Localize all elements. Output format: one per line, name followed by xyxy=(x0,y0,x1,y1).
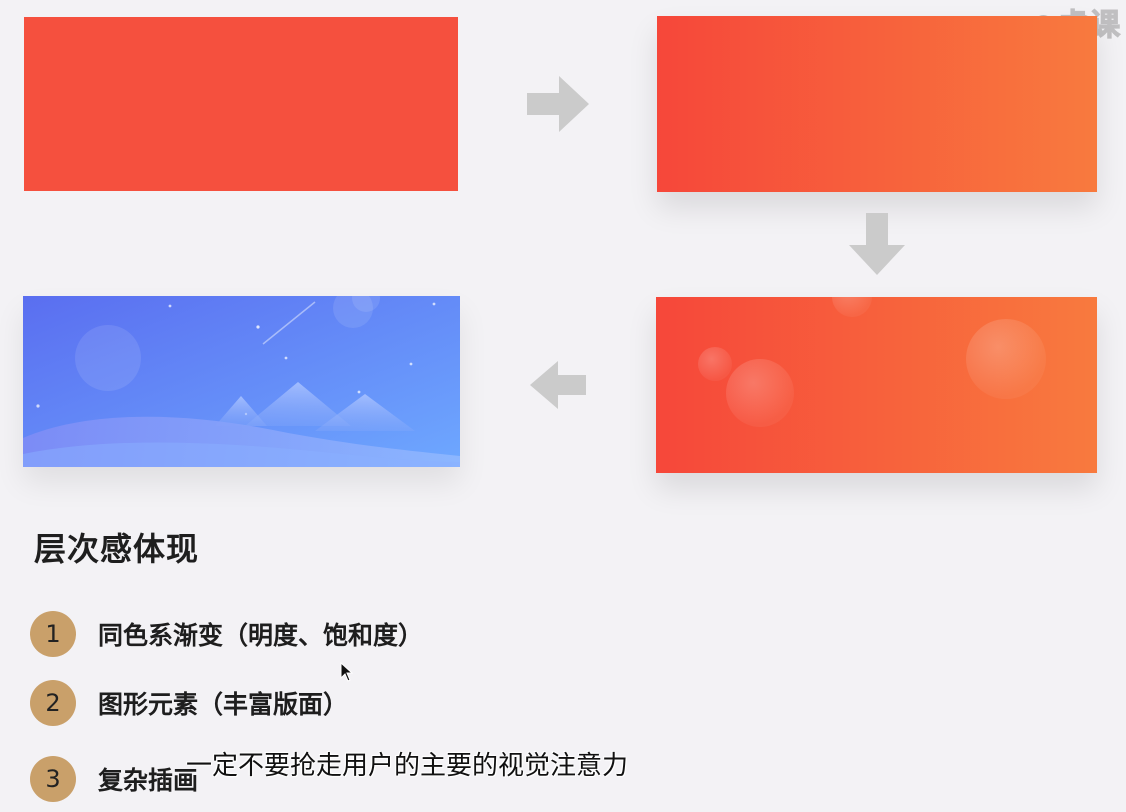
arrow-left-icon xyxy=(530,361,586,409)
video-subtitle: 一定不要抢走用户的主要的视觉注意力 xyxy=(186,751,629,781)
decor-circle xyxy=(698,347,732,381)
mouse-cursor-icon xyxy=(340,662,354,682)
list-item: 2 图形元素（丰富版面） xyxy=(30,680,348,726)
decor-circle xyxy=(832,297,872,317)
list-item-label: 同色系渐变（明度、饱和度） xyxy=(98,621,424,650)
blue-illustration xyxy=(23,296,460,467)
list-item: 3 复杂插画 xyxy=(30,756,198,802)
decor-circle xyxy=(966,319,1046,399)
number-badge: 3 xyxy=(30,756,76,802)
list-item: 1 同色系渐变（明度、饱和度） xyxy=(30,611,423,657)
arrow-down-icon xyxy=(849,213,905,275)
gradient-red-shapes-swatch xyxy=(656,297,1097,473)
flat-red-swatch xyxy=(24,17,458,191)
list-item-label: 图形元素（丰富版面） xyxy=(98,690,349,719)
number-badge: 2 xyxy=(30,680,76,726)
arrow-right-icon xyxy=(527,76,589,132)
list-item-label: 复杂插画 xyxy=(98,766,199,795)
gradient-red-swatch xyxy=(657,16,1097,192)
section-title: 层次感体现 xyxy=(34,530,200,568)
number-badge: 1 xyxy=(30,611,76,657)
decor-circle xyxy=(726,359,794,427)
planet-shape xyxy=(75,325,141,391)
